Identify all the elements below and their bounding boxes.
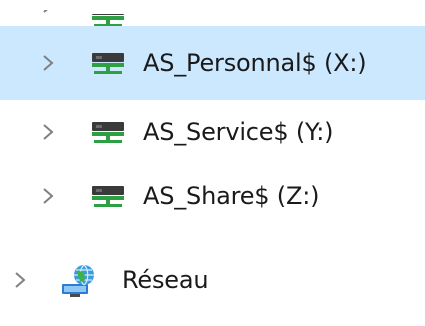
chevron-right-icon[interactable] [37, 10, 59, 20]
tree-item-network[interactable]: Réseau [0, 248, 425, 312]
navigation-tree: AS_Personnal$ (X:) AS_Service$ (Y:) AS_S… [0, 0, 425, 326]
tree-item-label: AS_Share$ (Z:) [143, 182, 320, 210]
chevron-right-icon[interactable] [37, 48, 59, 78]
tree-item-label: Réseau [122, 266, 209, 294]
network-drive-icon [90, 51, 126, 75]
tree-item-clipped-drive[interactable] [0, 0, 425, 26]
network-globe-icon [60, 262, 96, 298]
tree-item-service-drive[interactable]: AS_Service$ (Y:) [0, 100, 425, 164]
tree-item-label: AS_Service$ (Y:) [143, 118, 334, 146]
chevron-right-icon[interactable] [9, 265, 31, 295]
network-drive-icon [90, 184, 126, 208]
chevron-right-icon[interactable] [37, 181, 59, 211]
chevron-right-icon[interactable] [37, 117, 59, 147]
tree-item-personnal-drive[interactable]: AS_Personnal$ (X:) [0, 26, 425, 100]
network-drive-icon [90, 120, 126, 144]
network-drive-icon [90, 14, 126, 26]
tree-item-label: AS_Personnal$ (X:) [143, 49, 367, 77]
tree-item-share-drive[interactable]: AS_Share$ (Z:) [0, 164, 425, 228]
